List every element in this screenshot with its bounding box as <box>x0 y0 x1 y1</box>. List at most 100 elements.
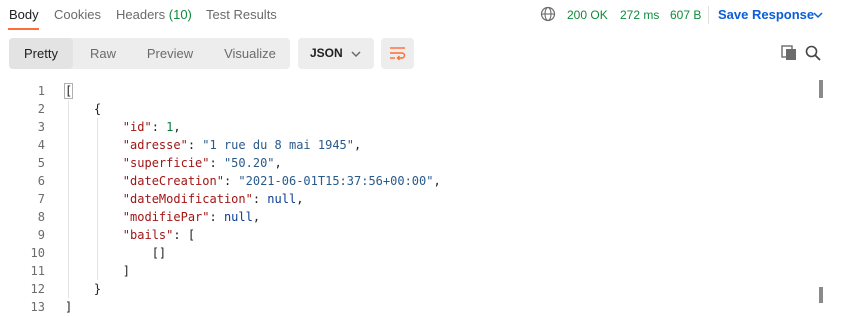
copy-icon[interactable] <box>781 45 797 61</box>
tab-headers[interactable]: Headers (10) <box>116 7 192 22</box>
code-token: "2021-06-01T15:37:56+00:00" <box>238 174 434 188</box>
line-number: 6 <box>37 174 45 188</box>
active-tab-indicator <box>8 28 39 30</box>
line-number: 2 <box>37 102 45 116</box>
view-mode-pretty[interactable]: Pretty <box>9 38 73 69</box>
response-tabs: Body Cookies Headers (10) Test Results 2… <box>0 0 841 30</box>
globe-icon[interactable] <box>540 6 556 22</box>
chevron-down-icon <box>351 51 361 58</box>
chevron-down-icon[interactable] <box>812 9 824 21</box>
code-token: , <box>433 174 441 188</box>
code-line: 2 { <box>0 100 815 118</box>
code-token: "50.20" <box>223 156 275 170</box>
code-token: } <box>93 282 102 296</box>
response-time[interactable]: 272 ms <box>620 8 659 22</box>
search-icon[interactable] <box>805 45 821 61</box>
code-text: "dateModification": null, <box>65 190 304 208</box>
code-token: "dateModification" <box>122 192 253 206</box>
code-token: "dateCreation" <box>122 174 224 188</box>
code-token: "superficie" <box>122 156 210 170</box>
code-token: : <box>252 192 268 206</box>
code-token: [] <box>151 246 167 260</box>
code-token: "modifiePar" <box>122 210 210 224</box>
code-token: [ <box>63 83 74 99</box>
response-body-editor[interactable]: 1[2 {3 "id": 1, 4 "adresse": "1 rue du 8 … <box>0 80 841 314</box>
line-number: 13 <box>30 300 45 314</box>
indent-guide <box>68 100 69 298</box>
line-number: 9 <box>37 228 45 242</box>
status-divider <box>708 6 709 24</box>
code-token: , <box>296 192 304 206</box>
view-mode-visualize[interactable]: Visualize <box>217 38 283 69</box>
code-token: "1 rue du 8 mai 1945" <box>202 138 354 152</box>
tab-cookies[interactable]: Cookies <box>54 7 101 22</box>
code-text: { <box>65 100 101 118</box>
line-number: 11 <box>30 264 45 278</box>
view-mode-preview[interactable]: Preview <box>139 38 201 69</box>
code-token: : <box>187 138 203 152</box>
code-token: : <box>151 120 167 134</box>
code-token: : <box>209 210 224 224</box>
code-line: 9 "bails": [ <box>0 226 815 244</box>
scrollbar-thumb-top[interactable] <box>819 80 823 98</box>
code-text: "bails": [ <box>65 226 195 244</box>
save-response-button[interactable]: Save Response <box>718 7 814 22</box>
line-number: 10 <box>30 246 45 260</box>
code-token: { <box>93 102 102 116</box>
code-token: "bails" <box>122 228 174 242</box>
code-token: "adresse" <box>122 138 188 152</box>
response-size[interactable]: 607 B <box>670 8 701 22</box>
code-text: "adresse": "1 rue du 8 mai 1945", <box>65 136 361 154</box>
code-line: 4 "adresse": "1 rue du 8 mai 1945", <box>0 136 815 154</box>
wrap-lines-icon <box>390 47 406 61</box>
code-token: : [ <box>173 228 196 242</box>
scrollbar-thumb-bottom[interactable] <box>819 287 823 303</box>
line-number: 1 <box>37 84 45 98</box>
code-text: [ <box>63 82 74 100</box>
line-number: 8 <box>37 210 45 224</box>
format-select[interactable]: JSON <box>298 38 374 69</box>
tab-headers-label: Headers <box>116 7 166 22</box>
code-text: "id": 1, <box>65 118 181 136</box>
code-token: , <box>173 120 181 134</box>
code-token: null <box>223 210 253 224</box>
code-token: , <box>354 138 362 152</box>
tab-test-results[interactable]: Test Results <box>206 7 277 22</box>
code-line: 13] <box>0 298 815 316</box>
headers-count-badge: (10) <box>168 7 192 22</box>
code-line: 5 "superficie": "50.20", <box>0 154 815 172</box>
line-number: 3 <box>37 120 45 134</box>
code-line: 6 "dateCreation": "2021-06-01T15:37:56+0… <box>0 172 815 190</box>
code-line: 12 } <box>0 280 815 298</box>
code-token: : <box>209 156 224 170</box>
code-token: ] <box>122 264 131 278</box>
status-code[interactable]: 200 OK <box>567 8 608 22</box>
code-line: 1[ <box>0 82 815 100</box>
wrap-lines-button[interactable] <box>381 38 414 69</box>
editor-scrollbar[interactable] <box>817 80 825 305</box>
format-select-value: JSON <box>310 46 343 60</box>
code-line: 10 [] <box>0 244 815 262</box>
code-text: ] <box>65 298 72 316</box>
code-text: "modifiePar": null, <box>65 208 260 226</box>
code-line: 7 "dateModification": null, <box>0 190 815 208</box>
code-text: [] <box>65 244 166 262</box>
code-token: "id" <box>122 120 152 134</box>
code-line: 8 "modifiePar": null, <box>0 208 815 226</box>
code-line: 3 "id": 1, <box>0 118 815 136</box>
code-token: , <box>274 156 282 170</box>
view-mode-raw[interactable]: Raw <box>81 38 125 69</box>
code-token: , <box>252 210 261 224</box>
code-text: "dateCreation": "2021-06-01T15:37:56+00:… <box>65 172 441 190</box>
line-number: 4 <box>37 138 45 152</box>
code-text: } <box>65 280 101 298</box>
line-number: 12 <box>30 282 45 296</box>
line-number: 5 <box>37 156 45 170</box>
line-number: 7 <box>37 192 45 206</box>
code-token: null <box>267 192 297 206</box>
code-line: 11 ] <box>0 262 815 280</box>
code-token: : <box>223 174 239 188</box>
indent-guide <box>97 118 98 280</box>
view-mode-switcher: Pretty Raw Preview Visualize <box>9 38 290 69</box>
tab-body[interactable]: Body <box>9 7 39 22</box>
